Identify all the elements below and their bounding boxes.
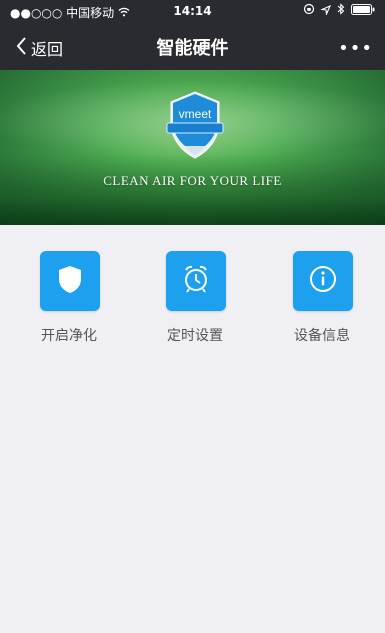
more-options-button[interactable]: ••• (338, 38, 373, 59)
action-grid: 开启净化 定时设置 设备信息 (0, 225, 385, 365)
start-purification-button[interactable] (40, 251, 100, 311)
start-purification-tile[interactable]: 开启净化 (24, 251, 114, 361)
device-info-label: 设备信息 (294, 328, 350, 344)
phone-screen: ●●○○○ 中国移动 14:14 返回 智能硬件 ••• vmeet CLEAN… (0, 0, 385, 633)
status-bar: ●●○○○ 中国移动 14:14 (0, 0, 385, 22)
start-purification-label: 开启净化 (41, 328, 97, 344)
brand-logo-text: vmeet (179, 107, 212, 121)
navigation-bar: 返回 智能硬件 ••• (0, 22, 385, 70)
battery-icon (351, 3, 375, 18)
top-bar: ●●○○○ 中国移动 14:14 返回 智能硬件 ••• (0, 0, 385, 70)
info-icon (308, 264, 338, 298)
rotation-lock-icon (303, 3, 315, 18)
device-info-button[interactable] (293, 251, 353, 311)
alarm-clock-icon (180, 263, 212, 299)
timer-settings-button[interactable] (166, 251, 226, 311)
device-info-tile[interactable]: 设备信息 (277, 251, 367, 361)
page-title: 智能硬件 (156, 38, 229, 59)
status-right (303, 3, 375, 18)
bluetooth-icon (337, 3, 345, 18)
location-icon (319, 4, 332, 18)
timer-settings-label: 定时设置 (167, 328, 223, 344)
banner-tagline: CLEAN AIR FOR YOUR LIFE (103, 173, 282, 188)
shield-icon (55, 263, 85, 299)
timer-settings-tile[interactable]: 定时设置 (150, 251, 240, 361)
banner-grass (0, 155, 385, 225)
brand-logo: vmeet (163, 88, 227, 162)
